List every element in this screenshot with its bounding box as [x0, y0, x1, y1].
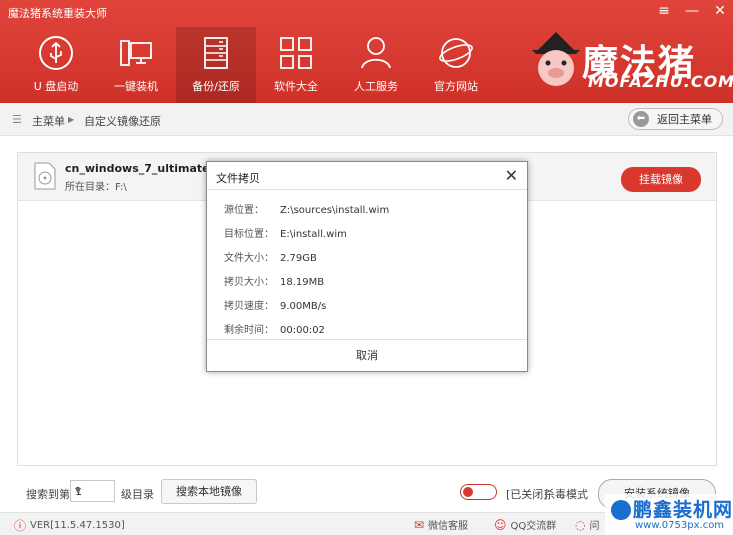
info-icon: ⓘ — [14, 519, 27, 533]
antivirus-status: [已关闭] — [506, 488, 548, 501]
field-label: 剩余时间： — [224, 325, 274, 336]
watermark: 鹏鑫装机网 www.0753px.com — [605, 494, 733, 535]
version-text: VER[11.5.47.1530] — [30, 520, 125, 531]
image-file-directory: 所在目录：F:\ — [65, 182, 127, 193]
remaining-time-row: 剩余时间： 00:00:02 — [224, 321, 325, 336]
field-label: 文件大小： — [224, 253, 274, 264]
field-label: 目标位置： — [224, 229, 274, 240]
watermark-logo-icon — [611, 500, 631, 520]
field-value: Z:\sources\install.wim — [280, 205, 390, 216]
field-value: 00:00:02 — [280, 325, 325, 336]
nav-label: 软件大全 — [274, 80, 318, 93]
back-button-label: 返回主菜单 — [657, 113, 712, 126]
person-icon — [361, 37, 391, 69]
wechat-service-link[interactable]: ✉ 微信客服 — [414, 517, 469, 533]
breadcrumb-arrow-icon: ▶ — [68, 115, 75, 124]
search-local-image-button[interactable]: 搜索本地镜像 — [161, 479, 257, 504]
field-value: 18.19MB — [280, 277, 325, 288]
nav-label: 备份/还原 — [192, 80, 240, 93]
nav-label: U 盘启动 — [33, 80, 79, 93]
antivirus-label: 杀毒模式 — [544, 488, 588, 501]
search-depth-select[interactable]: 1 ▼ — [70, 480, 115, 502]
nav-label: 官方网站 — [434, 80, 478, 93]
watermark-title: 鹏鑫装机网 — [633, 499, 733, 521]
target-location-row: 目标位置： E:\install.wim — [224, 225, 347, 240]
nav-official-site[interactable]: 官方网站 — [416, 27, 496, 103]
toggle-knob — [463, 487, 473, 497]
dialog-title: 文件拷贝 — [216, 172, 260, 185]
level-suffix-label: 级目录 — [121, 488, 154, 501]
back-to-main-button[interactable]: ⬅ 返回主菜单 — [628, 108, 723, 130]
antivirus-toggle[interactable] — [460, 484, 497, 500]
close-icon[interactable]: ✕ — [713, 2, 727, 20]
field-value: 2.79GB — [280, 253, 317, 264]
chevron-down-icon: ▼ — [75, 486, 82, 495]
qq-text: QQ交流群 — [510, 521, 557, 532]
dialog-header: 文件拷贝 ✕ — [207, 162, 527, 190]
menu-icon[interactable]: ≡ — [657, 2, 671, 20]
nav-manual-service[interactable]: 人工服务 — [336, 27, 416, 103]
computer-icon — [120, 40, 152, 66]
copy-speed-row: 拷贝速度： 9.00MB/s — [224, 297, 326, 312]
search-depth-label: 搜索到第 — [26, 488, 70, 501]
qq-icon: ☺ — [494, 517, 507, 532]
field-value: 9.00MB/s — [280, 301, 327, 312]
app-title: 魔法猪系统重装大师 — [8, 7, 107, 20]
field-label: 源位置： — [224, 205, 264, 216]
version-info: ⓘ VER[11.5.47.1530] — [14, 517, 125, 534]
logo-subtext: MOFAZHU.COM — [588, 72, 733, 91]
window-controls: ≡ — ✕ — [657, 2, 727, 20]
nav-software[interactable]: 软件大全 — [256, 27, 336, 103]
breadcrumb-root[interactable]: 主菜单 — [32, 113, 65, 129]
qq-group-link[interactable]: ☺ QQ交流群 — [494, 517, 557, 533]
list-icon: ☰ — [12, 113, 22, 126]
nav-label: 人工服务 — [354, 80, 398, 93]
file-copy-dialog: 文件拷贝 ✕ 源位置： Z:\sources\install.wim 目标位置： E… — [206, 161, 528, 372]
backup-icon — [204, 37, 228, 69]
field-value: E:\install.wim — [280, 229, 347, 240]
mount-image-button[interactable]: 挂载镜像 — [621, 167, 701, 192]
cancel-button[interactable]: 取消 — [207, 339, 527, 371]
wechat-icon: ✉ — [414, 517, 425, 532]
back-arrow-icon: ⬅ — [633, 111, 649, 127]
pig-mascot-icon — [532, 32, 580, 86]
file-size-row: 文件大小： 2.79GB — [224, 249, 317, 264]
copied-size-row: 拷贝大小： 18.19MB — [224, 273, 324, 288]
brand-logo: 魔法猪 MOFAZHU.COM — [530, 30, 733, 94]
disc-image-icon — [34, 162, 56, 190]
field-label: 拷贝大小： — [224, 277, 274, 288]
main-nav: U 盘启动 一键装机 备份/还原 软件大全 人工服务 官方网站 — [16, 27, 496, 103]
wechat-text: 微信客服 — [428, 521, 469, 532]
close-icon[interactable]: ✕ — [505, 166, 518, 185]
breadcrumb-current: 自定义镜像还原 — [84, 115, 161, 128]
feedback-link[interactable]: ◌ 问 — [575, 517, 600, 533]
field-label: 拷贝速度： — [224, 301, 274, 312]
globe-icon — [439, 38, 473, 68]
feedback-text: 问 — [589, 521, 600, 532]
breadcrumb-bar: ☰ 主菜单 ▶ 自定义镜像还原 ⬅ 返回主菜单 — [0, 103, 733, 136]
nav-one-click-install[interactable]: 一键装机 — [96, 27, 176, 103]
usb-icon — [39, 36, 73, 70]
nav-label: 一键装机 — [114, 80, 158, 93]
app-header: 魔法猪系统重装大师 ≡ — ✕ U 盘启动 一键装机 备份/还原 软件大全 人工… — [0, 0, 733, 103]
apps-grid-icon — [280, 37, 312, 69]
nav-backup-restore[interactable]: 备份/还原 — [176, 27, 256, 103]
nav-usb-boot[interactable]: U 盘启动 — [16, 27, 96, 103]
minimize-icon[interactable]: — — [685, 2, 699, 20]
watermark-url: www.0753px.com — [635, 520, 725, 531]
source-location-row: 源位置： Z:\sources\install.wim — [224, 201, 389, 216]
chat-icon: ◌ — [575, 517, 586, 532]
